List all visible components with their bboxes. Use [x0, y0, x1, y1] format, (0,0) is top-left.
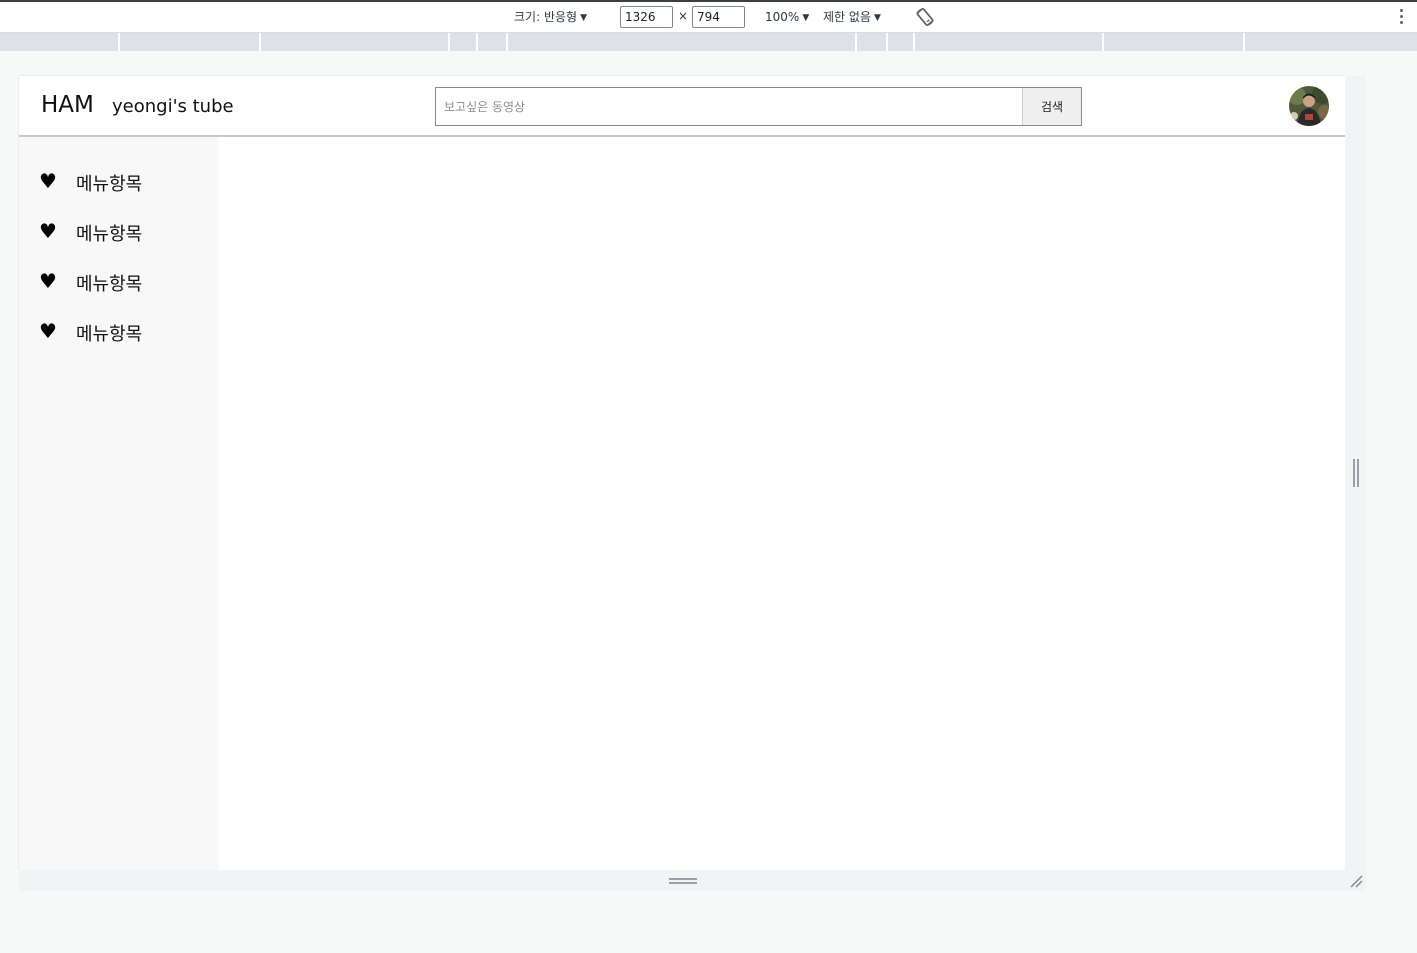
- throttle-caret-icon: ▼: [873, 13, 881, 23]
- heart-icon: ♥: [39, 169, 57, 193]
- avatar[interactable]: [1289, 86, 1329, 126]
- sidebar: ♥ 메뉴항목 ♥ 메뉴항목 ♥ 메뉴항목 ♥ 메뉴항목: [19, 137, 219, 870]
- site-title[interactable]: yeongi's tube: [112, 96, 234, 117]
- search-button[interactable]: 검색: [1022, 88, 1081, 125]
- search-input[interactable]: [436, 88, 1022, 125]
- rotate-icon[interactable]: [914, 6, 936, 28]
- avatar-image: [1289, 86, 1329, 126]
- sidebar-item-label: 메뉴항목: [76, 324, 143, 345]
- zoom-label: 100%: [765, 10, 800, 24]
- bottom-resize-handle[interactable]: [19, 870, 1366, 891]
- throttle-dropdown[interactable]: 제한 없음 ▼: [823, 8, 881, 28]
- site-header: HAM yeongi's tube 검색: [19, 76, 1345, 137]
- sidebar-item-label: 메뉴항목: [76, 274, 143, 295]
- main-content: [219, 137, 1345, 870]
- dimensions-label: 크기: 반응형: [514, 10, 578, 24]
- heart-icon: ♥: [39, 319, 57, 343]
- device-viewport: HAM yeongi's tube 검색 ♥ 메뉴항목: [19, 76, 1345, 870]
- device-toolbar: 크기: 반응형▼ × 100%▼ 제한 없음▼: [0, 0, 1417, 33]
- media-query-ruler[interactable]: [0, 33, 1417, 51]
- site-logo[interactable]: HAM: [41, 92, 94, 118]
- throttle-label: 제한 없음: [823, 10, 871, 24]
- heart-icon: ♥: [39, 269, 57, 293]
- sidebar-item-label: 메뉴항목: [76, 174, 143, 195]
- height-input[interactable]: [692, 6, 745, 28]
- sidebar-item-4[interactable]: ♥ 메뉴항목: [39, 316, 209, 346]
- sidebar-item-3[interactable]: ♥ 메뉴항목: [39, 266, 209, 296]
- heart-icon: ♥: [39, 219, 57, 243]
- sidebar-item-1[interactable]: ♥ 메뉴항목: [39, 166, 209, 196]
- times-sign: ×: [678, 9, 689, 23]
- zoom-dropdown[interactable]: 100% ▼: [765, 8, 809, 28]
- dimensions-caret-icon: ▼: [580, 13, 587, 23]
- search-bar: 검색: [435, 87, 1082, 126]
- sidebar-item-2[interactable]: ♥ 메뉴항목: [39, 216, 209, 246]
- zoom-caret-icon: ▼: [802, 13, 810, 23]
- right-resize-handle[interactable]: [1345, 76, 1366, 870]
- dimensions-dropdown[interactable]: 크기: 반응형 ▼: [514, 8, 587, 28]
- sidebar-item-label: 메뉴항목: [76, 224, 143, 245]
- more-vertical-icon[interactable]: [1395, 6, 1407, 28]
- corner-resize-icon[interactable]: [1348, 873, 1364, 889]
- width-input[interactable]: [620, 6, 673, 28]
